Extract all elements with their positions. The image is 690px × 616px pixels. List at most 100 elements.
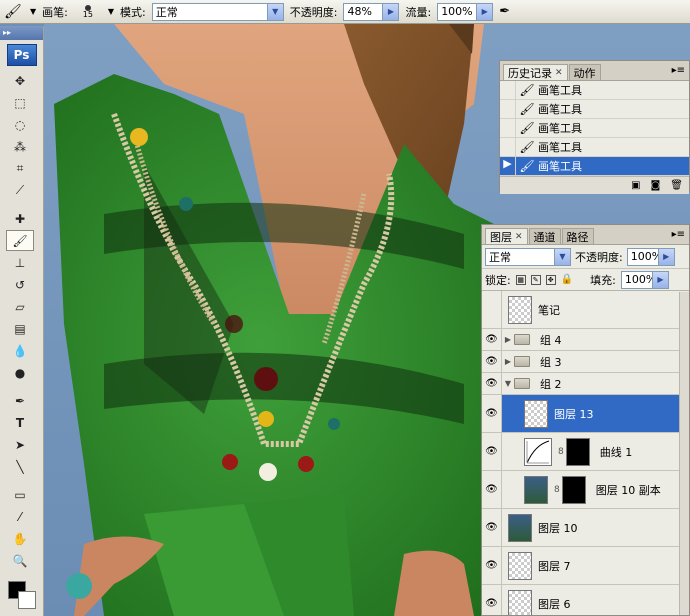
magic-wand-tool-icon[interactable]: ⁂ xyxy=(6,136,34,157)
history-state-marker-icon[interactable]: ▶ xyxy=(500,157,516,175)
chevron-right-icon[interactable]: ▶ xyxy=(382,3,399,20)
eye-icon[interactable]: 👁 xyxy=(482,395,502,432)
eye-icon[interactable]: 👁 xyxy=(482,351,502,372)
link-icon[interactable]: 8 xyxy=(558,447,564,457)
opacity-input[interactable]: 48% ▶ xyxy=(343,2,400,21)
layer-group-row[interactable]: 👁 ▼ 组 2 xyxy=(482,373,681,395)
notes-tool-icon[interactable]: ▭ xyxy=(6,484,34,505)
history-item-selected[interactable]: ▶ 🖌 画笔工具 xyxy=(500,157,689,176)
tool-preset-arrow[interactable]: ▼ xyxy=(30,7,36,16)
lock-pixels-icon[interactable]: ✎ xyxy=(530,274,541,285)
mode-label: 模式: xyxy=(120,5,146,19)
eye-icon[interactable]: 👁 xyxy=(482,373,502,394)
layer-row[interactable]: 👁 8 图层 10 副本 xyxy=(482,471,681,509)
history-item[interactable]: 🖌 画笔工具 xyxy=(500,100,689,119)
collapse-triangle-icon[interactable]: ▼ xyxy=(502,379,514,388)
layer-mask-thumbnail[interactable] xyxy=(561,475,586,504)
healing-brush-tool-icon[interactable]: ✚ xyxy=(6,208,34,229)
history-brush-tool-icon[interactable]: ↺ xyxy=(6,274,34,295)
layer-group-row[interactable]: 👁 ▶ 组 3 xyxy=(482,351,681,373)
eye-icon[interactable]: 👁 xyxy=(482,585,502,615)
toolbox-grip[interactable]: ▸▸ xyxy=(0,26,43,40)
mode-select[interactable]: 正常 ▼ xyxy=(151,2,284,21)
clone-stamp-tool-icon[interactable]: ⊥ xyxy=(6,252,34,273)
ps-logo[interactable]: Ps xyxy=(6,44,37,66)
history-item[interactable]: 🖌 画笔工具 xyxy=(500,119,689,138)
type-tool-icon[interactable]: T xyxy=(6,412,34,433)
gradient-tool-icon[interactable]: ▤ xyxy=(6,318,34,339)
eye-icon[interactable]: 👁 xyxy=(482,509,502,546)
visibility-toggle[interactable] xyxy=(482,291,502,328)
layers-scrollbar[interactable] xyxy=(679,292,689,615)
fill-label: 填充: xyxy=(590,273,616,287)
lasso-tool-icon[interactable]: ◌ xyxy=(6,114,34,135)
move-tool-icon[interactable]: ✥ xyxy=(6,70,34,91)
brush-picker-arrow[interactable]: ▼ xyxy=(108,7,114,16)
history-panel: 历史记录 ✕ 动作 ▸≡ 🖌 画笔工具 🖌 画笔工具 🖌 画笔工具 🖌 画笔工具 … xyxy=(499,60,690,194)
panel-menu-icon[interactable]: ▸≡ xyxy=(672,65,685,76)
new-snapshot-icon[interactable]: ◙ xyxy=(651,180,661,191)
layer-mask-thumbnail[interactable] xyxy=(565,437,590,466)
crop-tool-icon[interactable]: ⌗ xyxy=(6,158,34,179)
slice-tool-icon[interactable]: ⟋ xyxy=(6,180,34,201)
blend-mode-select[interactable]: 正常 ▼ xyxy=(485,247,571,266)
color-swatches[interactable] xyxy=(6,577,38,611)
lock-position-icon[interactable]: ✥ xyxy=(545,274,556,285)
airbrush-icon[interactable]: ✒ xyxy=(499,4,510,19)
brush-picker[interactable]: 15 xyxy=(74,2,102,22)
tab-paths[interactable]: 路径 xyxy=(561,228,594,244)
close-icon[interactable]: ✕ xyxy=(555,68,563,78)
layer-group-row[interactable]: 👁 ▶ 组 4 xyxy=(482,329,681,351)
chevron-right-icon[interactable]: ▶ xyxy=(657,248,674,265)
mode-value: 正常 xyxy=(155,5,178,19)
close-icon[interactable]: ✕ xyxy=(515,232,523,242)
brush-icon: 🖌 xyxy=(519,102,535,116)
line-tool-icon[interactable]: ╲ xyxy=(6,456,34,477)
lock-transparency-icon[interactable]: ▦ xyxy=(515,274,526,285)
eye-icon[interactable]: 👁 xyxy=(482,329,502,350)
dodge-tool-icon[interactable]: ● xyxy=(6,362,34,383)
hand-tool-icon[interactable]: ✋ xyxy=(6,528,34,549)
panel-menu-icon[interactable]: ▸≡ xyxy=(672,229,685,240)
blur-tool-icon[interactable]: 💧 xyxy=(6,340,34,361)
eyedropper-tool-icon[interactable]: ⁄ xyxy=(6,506,34,527)
history-item[interactable]: 🖌 画笔工具 xyxy=(500,81,689,100)
background-color-swatch[interactable] xyxy=(18,591,36,609)
new-document-from-state-icon[interactable]: ▣ xyxy=(631,180,640,191)
eye-icon[interactable]: 👁 xyxy=(482,547,502,584)
layer-row[interactable]: 👁 8 曲线 1 xyxy=(482,433,681,471)
brush-label: 画笔: xyxy=(42,5,68,19)
eye-icon[interactable]: 👁 xyxy=(482,471,502,508)
trash-icon[interactable]: 🗑 xyxy=(670,180,683,191)
flow-input[interactable]: 100% ▶ xyxy=(437,2,494,21)
layer-thumbnail xyxy=(524,475,548,504)
layer-row[interactable]: 👁 图层 7 xyxy=(482,547,681,585)
history-item[interactable]: 🖌 画笔工具 xyxy=(500,138,689,157)
layer-row-selected[interactable]: 👁 图层 13 xyxy=(482,395,681,433)
layer-row[interactable]: 👁 图层 6 xyxy=(482,585,681,615)
brush-tool-icon[interactable]: 🖌 xyxy=(6,230,34,251)
eye-icon[interactable]: 👁 xyxy=(482,433,502,470)
tab-actions[interactable]: 动作 xyxy=(568,64,601,80)
brush-icon: 🖌 xyxy=(519,83,535,97)
path-selection-tool-icon[interactable]: ➤ xyxy=(6,434,34,455)
tool-preset-picker[interactable]: 🖌 xyxy=(4,4,24,20)
chevron-right-icon[interactable]: ▶ xyxy=(476,3,493,20)
chevron-right-icon[interactable]: ▶ xyxy=(651,271,668,288)
layer-opacity-input[interactable]: 100% ▶ xyxy=(626,247,675,266)
pen-tool-icon[interactable]: ✒ xyxy=(6,390,34,411)
expand-triangle-icon[interactable]: ▶ xyxy=(502,357,514,366)
marquee-tool-icon[interactable]: ⬚ xyxy=(6,92,34,113)
fill-input[interactable]: 100% ▶ xyxy=(620,270,669,289)
link-icon[interactable]: 8 xyxy=(554,485,560,495)
layer-row[interactable]: 👁 图层 10 xyxy=(482,509,681,547)
toolbox: ▸▸ Ps ✥ ⬚ ◌ ⁂ ⌗ ⟋ ✚ 🖌 ⊥ ↺ ▱ ▤ 💧 ● ✒ T ➤ … xyxy=(0,26,44,616)
tab-layers[interactable]: 图层 ✕ xyxy=(485,228,528,244)
expand-triangle-icon[interactable]: ▶ xyxy=(502,335,514,344)
eraser-tool-icon[interactable]: ▱ xyxy=(6,296,34,317)
tab-channels[interactable]: 通道 xyxy=(528,228,561,244)
layer-row[interactable]: 笔记 xyxy=(482,291,681,329)
zoom-tool-icon[interactable]: 🔍 xyxy=(6,550,34,571)
lock-all-icon[interactable]: 🔒 xyxy=(561,274,573,285)
tab-history[interactable]: 历史记录 ✕ xyxy=(503,64,568,80)
